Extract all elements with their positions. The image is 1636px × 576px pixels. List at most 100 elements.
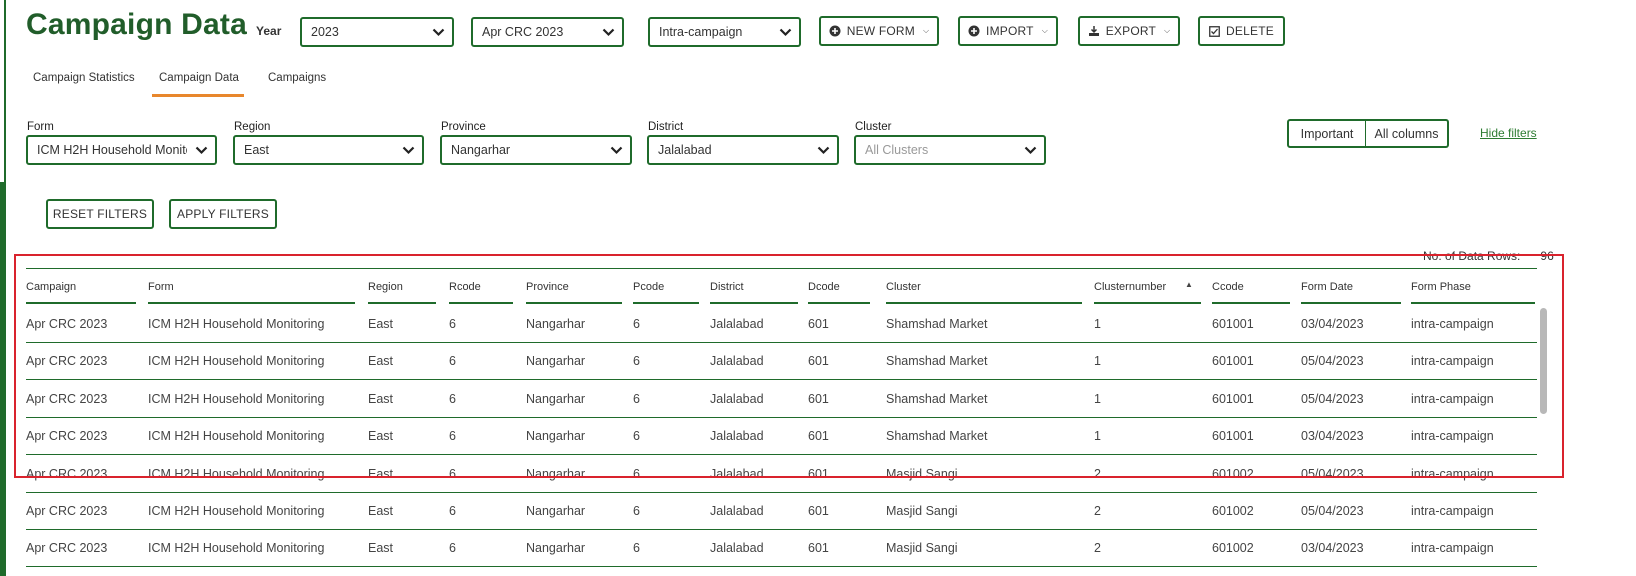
table-cell: intra-campaign [1411, 429, 1494, 444]
table-cell: intra-campaign [1411, 391, 1494, 406]
table-cell: Apr CRC 2023 [26, 541, 108, 556]
column-header[interactable]: Form Phase [1411, 281, 1471, 293]
table-cell: 601 [808, 354, 829, 369]
tab-campaign-data[interactable]: Campaign Data [159, 72, 239, 84]
table-cell: 03/04/2023 [1301, 317, 1364, 331]
column-header[interactable]: Form [148, 281, 174, 293]
table-cell: 601002 [1212, 466, 1254, 481]
column-header[interactable]: Rcode [449, 281, 481, 293]
table-cell: 2 [1094, 504, 1101, 518]
chevron-down-icon [771, 28, 799, 37]
table-scrollbar[interactable] [1540, 308, 1547, 414]
table-top-border [26, 268, 1537, 269]
reset-filters-label: RESET FILTERS [52, 207, 148, 221]
tab-campaigns[interactable]: Campaigns [268, 72, 326, 84]
form-filter-select[interactable]: ICM H2H Household Monitoring [26, 135, 217, 165]
column-header[interactable]: Province [526, 281, 569, 293]
column-header-underline [633, 302, 699, 304]
campaign-select-value: Apr CRC 2023 [482, 25, 564, 39]
cluster-filter-select[interactable]: All Clusters [854, 135, 1046, 165]
table-cell: 601001 [1212, 429, 1254, 444]
phase-select-value: Intra-campaign [659, 25, 743, 39]
table-cell: 05/04/2023 [1301, 504, 1364, 518]
export-button[interactable]: EXPORT ⌵ [1078, 16, 1180, 46]
table-cell: ICM H2H Household Monitoring [148, 541, 325, 556]
checkbox-icon [1209, 25, 1220, 37]
year-select[interactable]: 2023 [300, 17, 454, 47]
table-cell: Masjid Sangi [886, 466, 958, 481]
table-cell: Shamshad Market [886, 317, 988, 331]
table-cell: East [368, 354, 394, 369]
table-cell: Nangarhar [526, 391, 586, 406]
table-cell: intra-campaign [1411, 354, 1494, 369]
table-cell: 601 [808, 391, 829, 406]
caret-down-icon: ⌵ [1041, 26, 1048, 35]
chevron-down-icon [809, 146, 837, 155]
table-cell: 6 [633, 317, 640, 331]
table-cell: Apr CRC 2023 [26, 466, 108, 481]
table-cell: 6 [449, 317, 456, 331]
column-header-underline [1212, 302, 1290, 304]
apply-filters-button[interactable]: APPLY FILTERS [169, 199, 277, 229]
tab-campaign-statistics[interactable]: Campaign Statistics [33, 72, 135, 84]
district-filter-select[interactable]: Jalalabad [647, 135, 839, 165]
province-filter-label: Province [441, 121, 486, 133]
column-header[interactable]: Campaign [26, 281, 76, 293]
reset-filters-button[interactable]: RESET FILTERS [46, 199, 154, 229]
column-header[interactable]: Clusternumber [1094, 281, 1166, 293]
table-cell: Jalalabad [710, 466, 764, 481]
row-divider [26, 454, 1537, 456]
table-cell: Masjid Sangi [886, 504, 958, 518]
year-select-value: 2023 [311, 25, 339, 39]
table-cell: 601001 [1212, 317, 1254, 331]
table-cell: Jalalabad [710, 317, 764, 331]
campaign-select[interactable]: Apr CRC 2023 [471, 17, 624, 47]
table-cell: 03/04/2023 [1301, 429, 1364, 444]
column-header[interactable]: Ccode [1212, 281, 1244, 293]
table-cell: Apr CRC 2023 [26, 317, 108, 331]
table-cell: 05/04/2023 [1301, 354, 1364, 369]
table-cell: ICM H2H Household Monitoring [148, 429, 325, 444]
column-header-underline [26, 302, 136, 304]
column-header[interactable]: Form Date [1301, 281, 1353, 293]
table-cell: 1 [1094, 317, 1101, 331]
province-filter-select[interactable]: Nangarhar [440, 135, 632, 165]
table-cell: East [368, 391, 394, 406]
region-filter-label: Region [234, 121, 271, 133]
column-header-underline [1411, 302, 1535, 304]
column-header[interactable]: Region [368, 281, 403, 293]
column-header-underline [1301, 302, 1401, 304]
phase-select[interactable]: Intra-campaign [648, 17, 801, 47]
table-cell: Jalalabad [710, 504, 764, 518]
table-cell: 601001 [1212, 391, 1254, 406]
new-form-button[interactable]: NEW FORM ⌵ [819, 16, 939, 46]
column-header[interactable]: District [710, 281, 744, 293]
row-divider [26, 491, 1537, 493]
table-cell: ICM H2H Household Monitoring [148, 391, 325, 406]
chevron-down-icon [187, 146, 215, 155]
column-header[interactable]: Pcode [633, 281, 664, 293]
table-cell: 6 [449, 391, 456, 406]
table-cell: East [368, 504, 394, 518]
column-header-underline [526, 302, 622, 304]
all-columns-button[interactable]: All columns [1366, 121, 1447, 146]
delete-button[interactable]: DELETE [1198, 16, 1285, 46]
row-divider [26, 529, 1537, 530]
hide-filters-link[interactable]: Hide filters [1480, 126, 1537, 140]
table-cell: Nangarhar [526, 504, 586, 518]
chevron-down-icon [394, 146, 422, 155]
chevron-down-icon [602, 146, 630, 155]
column-header-underline [1094, 302, 1201, 304]
district-filter-value: Jalalabad [658, 143, 712, 157]
table-cell: 1 [1094, 354, 1101, 369]
column-header[interactable]: Dcode [808, 281, 840, 293]
table-cell: ICM H2H Household Monitoring [148, 504, 325, 518]
region-filter-select[interactable]: East [233, 135, 424, 165]
province-filter-value: Nangarhar [451, 143, 511, 157]
table-cell: 6 [633, 541, 640, 556]
important-columns-button[interactable]: Important [1289, 121, 1366, 146]
table-cell: Apr CRC 2023 [26, 504, 108, 518]
sort-ascending-icon[interactable]: ▲ [1185, 280, 1193, 289]
import-button[interactable]: IMPORT ⌵ [958, 16, 1058, 46]
column-header[interactable]: Cluster [886, 281, 921, 293]
